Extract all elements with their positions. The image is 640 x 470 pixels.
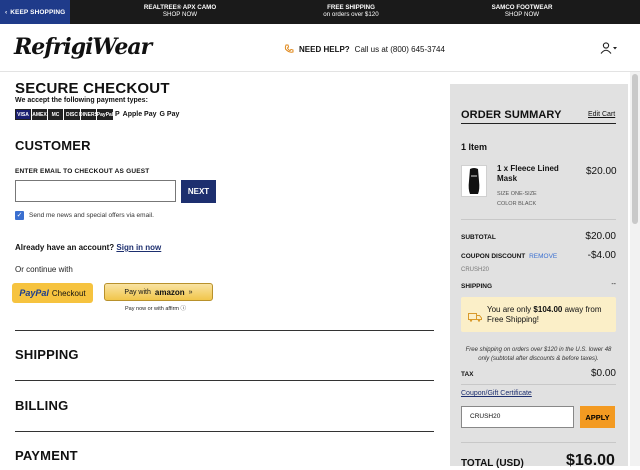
promo-samco[interactable]: SAMCO FOOTWEAR SHOP NOW [482,4,562,19]
item-count: 1 Item [461,142,488,152]
amazon-pay-button[interactable]: Pay with amazon » [104,283,213,301]
remove-coupon-link[interactable]: REMOVE [529,253,557,260]
product-name[interactable]: 1 x Fleece Lined Mask [497,164,567,184]
newsletter-label: Send me news and special offers via emai… [29,212,154,219]
divider [15,380,434,381]
truck-icon [468,309,482,327]
amex-icon: AMEX [32,109,47,120]
email-field[interactable] [15,180,176,202]
accept-text: We accept the following payment types: [15,97,148,104]
divider [461,219,616,220]
phone-icon [284,44,294,53]
apple-pay-icon: Apple Pay [121,109,158,120]
next-button[interactable]: NEXT [181,180,216,203]
product-price: $20.00 [586,166,617,177]
keep-shopping-label: KEEP SHOPPING [10,8,66,16]
scrollbar-thumb[interactable] [632,74,638,224]
divider [15,330,434,331]
help-label: NEED HELP? [299,44,350,54]
fleece-mask-image [468,168,480,194]
coupon-gift-link[interactable]: Coupon/Gift Certificate [461,390,532,397]
promo-bar: ‹ KEEP SHOPPING REALTREE® APX CAMO SHOP … [0,0,640,24]
subtotal-value: $20.00 [585,231,616,242]
diners-icon: DINERS [79,109,98,120]
site-logo[interactable]: RefrigiWear [14,34,152,60]
promo-realtree[interactable]: REALTREE® APX CAMO SHOP NOW [140,4,220,19]
paypal-p-icon: P [114,109,121,120]
product-color: COLOR BLACK [497,201,537,207]
google-pay-icon: G Pay [158,109,181,120]
discover-icon: DISC [64,109,80,120]
shipping-value: -- [611,281,616,288]
divider [461,123,616,124]
order-summary: ORDER SUMMARY Edit Cart 1 Item 1 x Fleec… [450,84,628,469]
customer-heading: CUSTOMER [15,138,91,153]
shipping-heading[interactable]: SHIPPING [15,347,79,362]
apply-button[interactable]: APPLY [580,406,615,428]
order-summary-title: ORDER SUMMARY [461,109,562,121]
edit-cart-link[interactable]: Edit Cart [588,111,615,118]
billing-heading[interactable]: BILLING [15,398,68,413]
mastercard-icon: MC [48,109,63,120]
coupon-code: CRUSH20 [461,267,490,273]
keep-shopping-link[interactable]: ‹ KEEP SHOPPING [0,0,70,24]
coupon-input[interactable]: CRUSH20 [461,406,574,428]
user-icon [600,42,617,54]
product-image[interactable] [461,165,487,197]
product-size: SIZE ONE-SIZE [497,191,537,197]
affirm-note: Pay now or with affirm ⓘ [125,306,187,312]
tax-label: TAX [461,371,474,378]
divider [461,384,616,385]
newsletter-checkbox[interactable]: ✓ [15,211,24,220]
shipping-note: Free shipping on orders over $120 in the… [465,347,612,362]
payment-types: VISA AMEX MC DISC DINERS PayPal P Apple … [15,109,181,120]
sign-in-link[interactable]: Sign in now [116,243,161,252]
chevron-left-icon: ‹ [5,8,8,16]
site-header: RefrigiWear NEED HELP? Call us at (800) … [0,24,640,72]
free-shipping-message: You are only $104.00 away from Free Ship… [487,305,602,324]
paypal-checkout-button[interactable]: PayPal Checkout [12,283,93,303]
continue-with-label: Or continue with [15,265,73,274]
paypal-logo: PayPal [19,288,49,298]
amazon-logo: amazon [154,287,185,297]
visa-icon: VISA [15,109,31,120]
total-value: $16.00 [566,452,615,469]
info-icon[interactable]: ⓘ [181,306,187,312]
help-contact: NEED HELP? Call us at (800) 645-3744 [284,44,445,54]
coupon-discount-row: COUPON DISCOUNT REMOVE [461,253,558,260]
subtotal-label: SUBTOTAL [461,234,496,241]
coupon-value: -$4.00 [587,250,616,261]
promo-free-shipping[interactable]: FREE SHIPPING on orders over $120 [310,4,392,19]
total-label: TOTAL (USD) [461,458,524,469]
double-chevron-icon: » [188,288,193,296]
account-menu[interactable] [600,41,618,59]
email-label: ENTER EMAIL TO CHECKOUT AS GUEST [15,168,150,175]
divider [15,431,434,432]
shipping-label: SHIPPING [461,283,493,290]
payment-heading[interactable]: PAYMENT [15,448,78,463]
divider [461,442,616,443]
help-phone[interactable]: Call us at (800) 645-3744 [355,45,445,54]
paypal-card-icon: PayPal [97,109,113,120]
account-prompt: Already have an account? Sign in now [15,243,162,252]
tax-value: $0.00 [590,368,616,379]
